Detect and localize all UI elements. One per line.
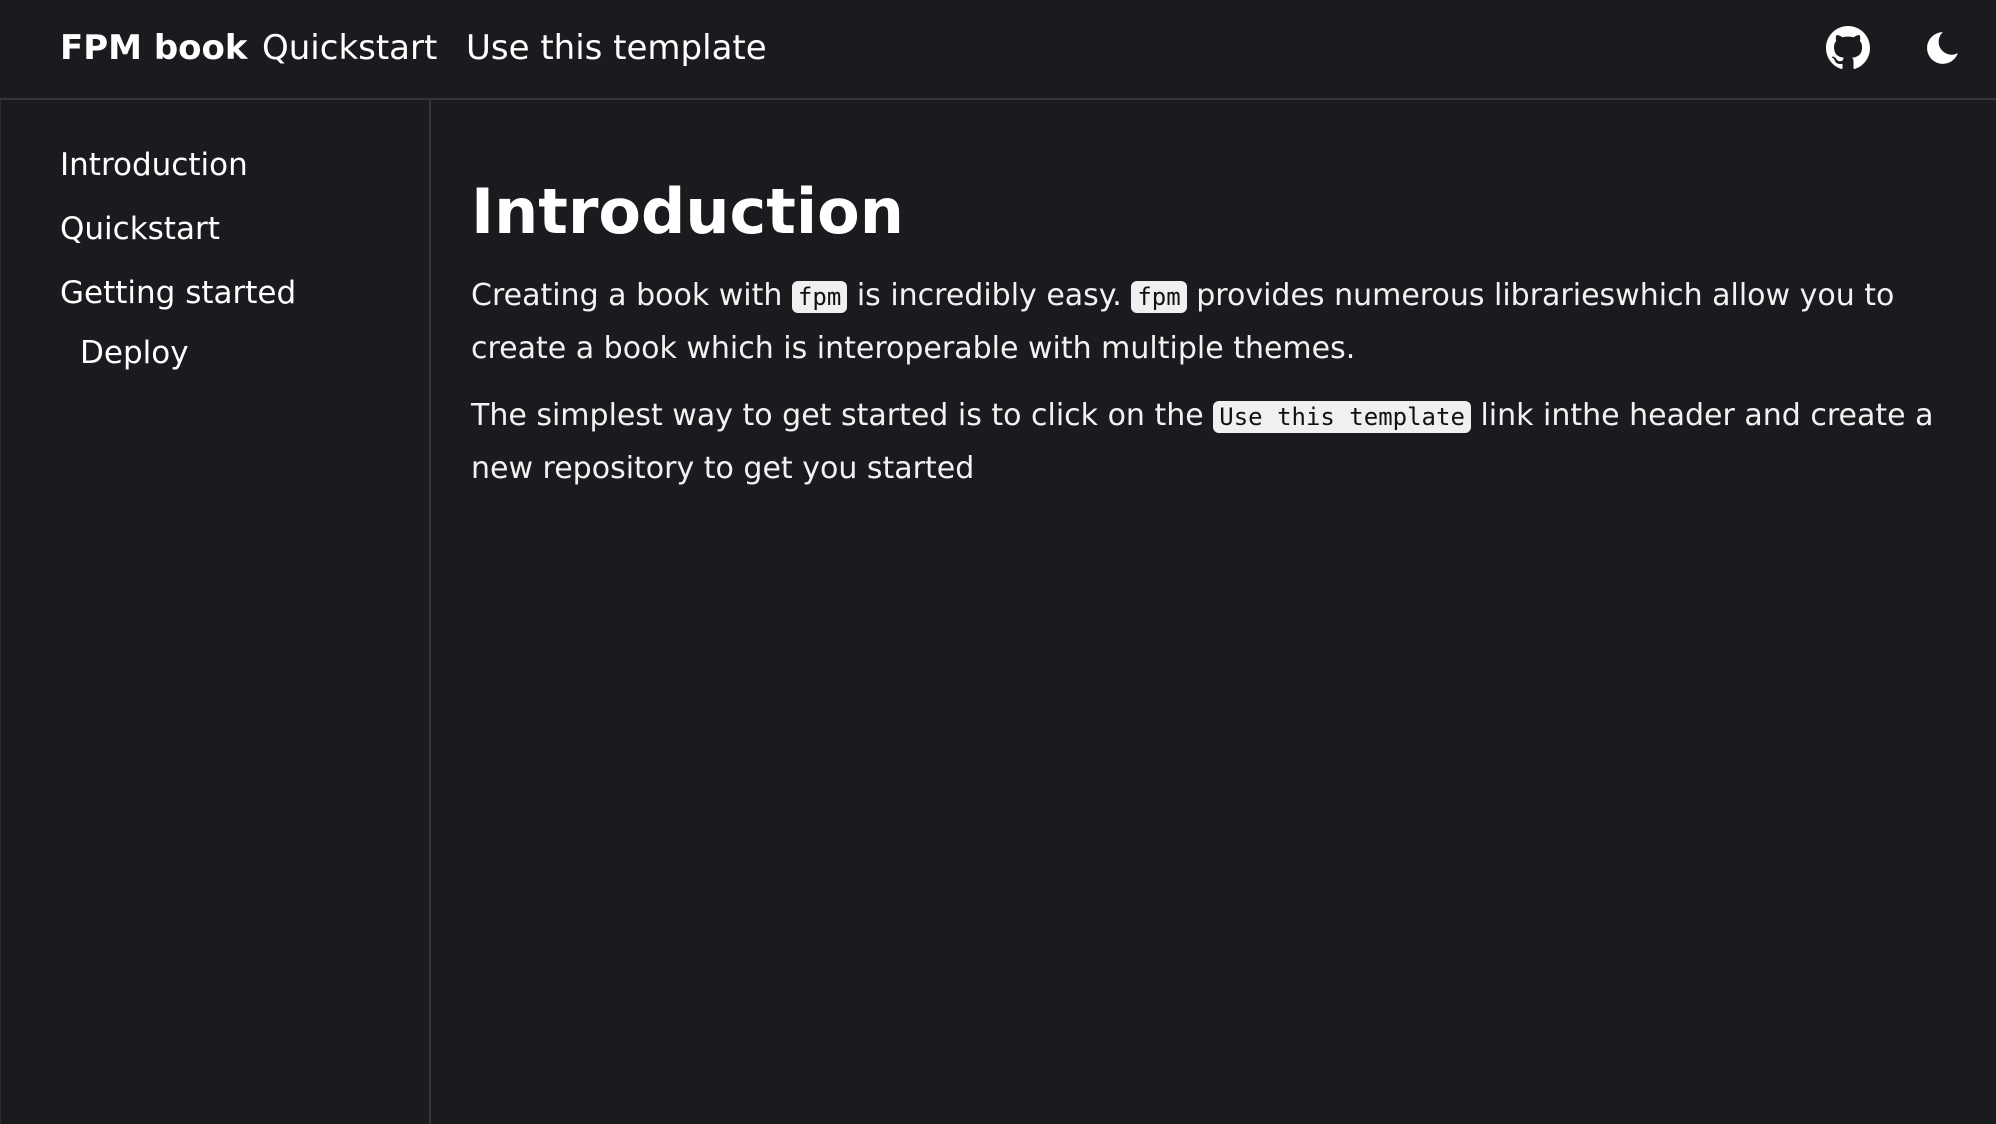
- nav-quickstart-link[interactable]: Quickstart: [262, 26, 437, 70]
- page-title: Introduction: [471, 175, 904, 248]
- intro-paragraph: Creating a book with fpm is incredibly e…: [471, 270, 1951, 375]
- inline-code-fpm: fpm: [791, 281, 848, 313]
- sidebar-item-quickstart[interactable]: Quickstart: [60, 209, 220, 249]
- sidebar-item-deploy[interactable]: Deploy: [80, 333, 189, 373]
- sidebar-item-introduction[interactable]: Introduction: [60, 145, 248, 185]
- inline-code-fpm: fpm: [1131, 281, 1187, 313]
- sidebar-item-getting-started[interactable]: Getting started: [60, 273, 296, 313]
- sidebar-nav: [0, 100, 431, 1124]
- para1-text-1: Creating a book with: [471, 278, 792, 313]
- para1-text-2: is incredibly easy.: [847, 278, 1132, 313]
- top-header: FPM book Quickstart Use this template: [0, 0, 1996, 100]
- github-button[interactable]: [1820, 20, 1876, 76]
- nav-use-template-link[interactable]: Use this template: [466, 26, 767, 70]
- github-icon: [1826, 26, 1870, 69]
- brand-link[interactable]: FPM book: [60, 26, 247, 70]
- para2-text-1: The simplest way to get started is to cl…: [471, 398, 1214, 433]
- moon-icon: [1927, 32, 1958, 64]
- inline-code-use-template: Use this template: [1213, 401, 1471, 433]
- theme-toggle-button[interactable]: [1914, 20, 1970, 76]
- getting-started-paragraph: The simplest way to get started is to cl…: [471, 390, 1951, 495]
